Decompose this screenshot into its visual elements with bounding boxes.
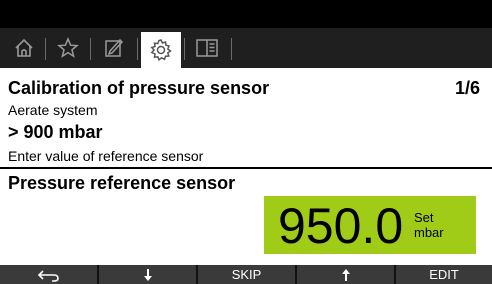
tab-favorites[interactable]: [50, 34, 86, 62]
back-arrow-icon: [37, 268, 61, 282]
tab-edit[interactable]: [96, 34, 132, 62]
up-button[interactable]: [297, 265, 394, 284]
skip-button[interactable]: SKIP: [198, 265, 295, 284]
star-icon: [57, 37, 79, 59]
tab-separator: [137, 38, 138, 60]
edit-button[interactable]: EDIT: [396, 265, 492, 284]
edit-icon: [103, 37, 125, 59]
reference-value-field[interactable]: 950.0 Set mbar: [264, 196, 476, 254]
tab-separator: [90, 38, 91, 60]
arrow-down-icon: [142, 268, 154, 282]
book-icon: [195, 37, 219, 59]
tab-bar: [0, 28, 492, 68]
home-icon: [13, 37, 35, 59]
instruction-text: Enter value of reference sensor: [8, 148, 204, 164]
tab-settings[interactable]: [141, 32, 181, 68]
softkey-bar: SKIP EDIT: [0, 265, 492, 284]
step-name: Aerate system: [8, 102, 98, 118]
page-indicator: 1/6: [454, 78, 480, 98]
tab-separator: [45, 38, 46, 60]
gear-icon: [149, 38, 173, 62]
back-button[interactable]: [0, 265, 97, 284]
value-unit: mbar: [414, 225, 444, 240]
sensor-label: Pressure reference sensor: [8, 173, 236, 193]
tab-home[interactable]: [6, 34, 42, 62]
divider: [0, 167, 492, 169]
status-bar: [0, 0, 492, 28]
target-value: > 900 mbar: [8, 122, 103, 142]
tab-manual[interactable]: [189, 34, 225, 62]
value-status: Set: [414, 210, 434, 225]
tab-separator: [231, 38, 232, 60]
tab-separator: [184, 38, 185, 60]
down-button[interactable]: [99, 265, 196, 284]
arrow-up-icon: [340, 268, 352, 282]
page-title: Calibration of pressure sensor: [8, 78, 270, 98]
reference-value: 950.0: [278, 198, 404, 254]
